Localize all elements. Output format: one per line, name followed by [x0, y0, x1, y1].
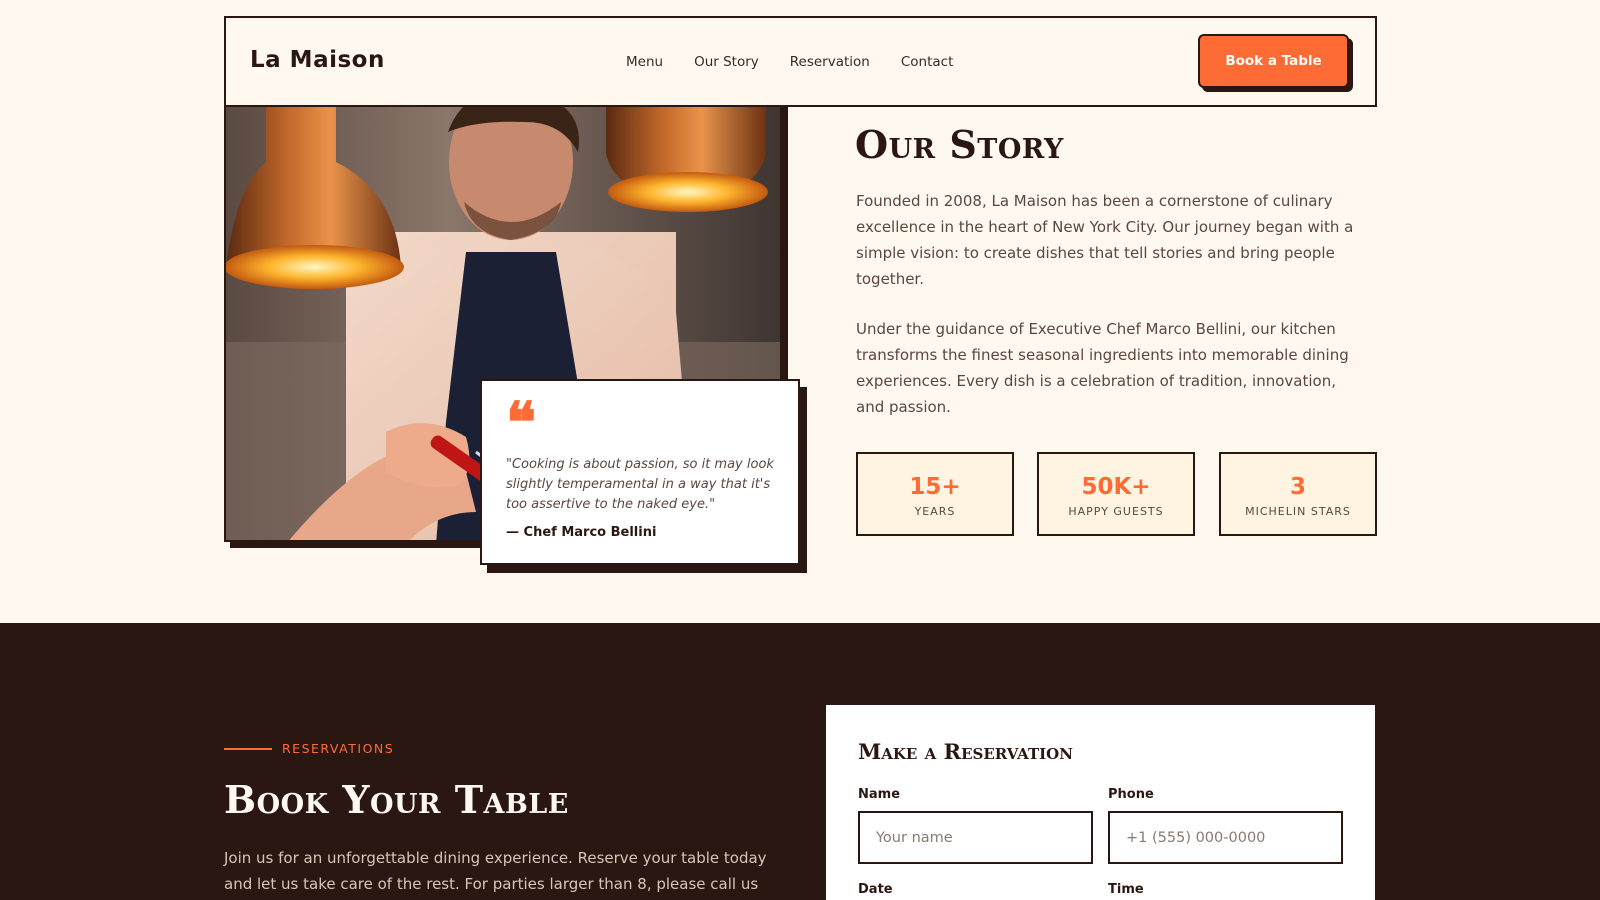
brand-logo[interactable]: La Maison — [250, 47, 385, 73]
time-label: Time — [1108, 882, 1144, 897]
quote-mark-icon: ❝ — [506, 390, 536, 456]
quote-text: "Cooking is about passion, so it may loo… — [506, 457, 774, 512]
story-title: Our Story — [855, 122, 1064, 167]
reservations-eyebrow: RESERVATIONS — [224, 741, 394, 756]
reservation-section: RESERVATIONS Book Your Table Join us for… — [0, 623, 1600, 900]
stat-value: 3 — [1289, 474, 1306, 500]
eyebrow-divider — [224, 747, 272, 750]
reservation-form: Make a Reservation Name Phone Date Time — [826, 705, 1375, 900]
phone-field[interactable] — [1108, 811, 1343, 864]
book-a-table-button[interactable]: Book a Table — [1198, 34, 1349, 88]
stat-label: MICHELIN STARS — [1245, 505, 1351, 518]
reservation-description: Join us for an unforgettable dining expe… — [224, 849, 767, 893]
stat-label: HAPPY GUESTS — [1068, 505, 1164, 518]
phone-label: Phone — [1108, 787, 1154, 802]
nav-link-our-story[interactable]: Our Story — [694, 54, 759, 70]
stat-value: 50K+ — [1081, 474, 1151, 500]
nav-link-contact[interactable]: Contact — [901, 54, 954, 70]
reservation-title: Book Your Table — [224, 777, 569, 822]
stat-label: YEARS — [914, 505, 956, 518]
story-paragraph: Under the guidance of Executive Chef Mar… — [856, 320, 1349, 416]
nav-link-menu[interactable]: Menu — [626, 54, 663, 70]
nav-link-reservation[interactable]: Reservation — [790, 54, 870, 70]
form-title: Make a Reservation — [858, 739, 1073, 764]
stat-happy-guests: 50K+ HAPPY GUESTS — [1037, 452, 1195, 536]
nav-links: Menu Our Story Reservation Contact — [626, 54, 984, 70]
name-label: Name — [858, 787, 901, 802]
story-paragraph: Founded in 2008, La Maison has been a co… — [856, 192, 1354, 288]
date-label: Date — [858, 882, 893, 897]
navbar: La Maison Menu Our Story Reservation Con… — [224, 16, 1377, 107]
eyebrow-label: RESERVATIONS — [282, 741, 395, 756]
stat-michelin-stars: 3 MICHELIN STARS — [1219, 452, 1377, 536]
name-field[interactable] — [858, 811, 1093, 864]
stat-value: 15+ — [909, 474, 961, 500]
stat-years: 15+ YEARS — [856, 452, 1014, 536]
chef-quote-card: ❝ "Cooking is about passion, so it may l… — [480, 379, 800, 565]
quote-author: — Chef Marco Bellini — [506, 525, 657, 540]
